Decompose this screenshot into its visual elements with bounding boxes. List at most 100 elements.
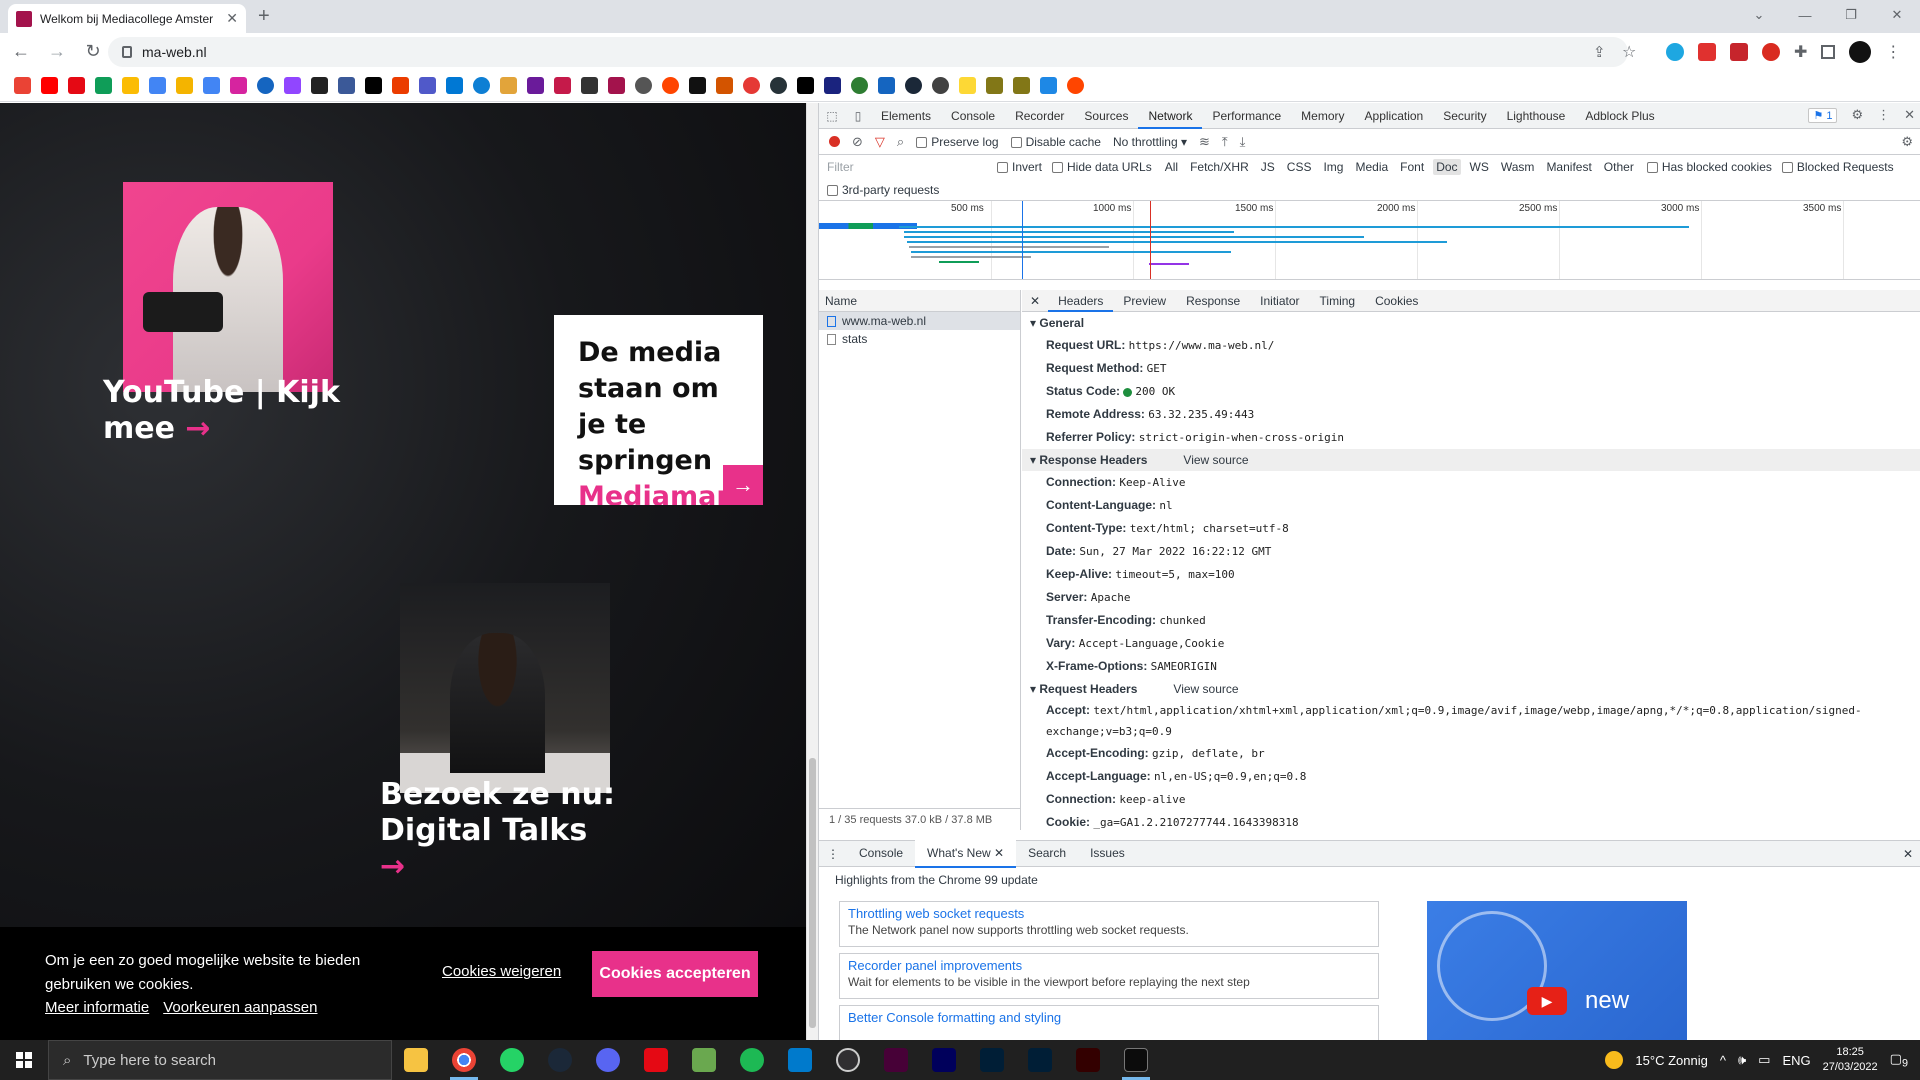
filter-type-wasm[interactable]: Wasm — [1498, 159, 1538, 175]
bookmark-youtube-icon[interactable] — [41, 77, 58, 94]
start-button[interactable] — [0, 1040, 48, 1080]
language-indicator[interactable]: ENG — [1782, 1053, 1810, 1068]
chevron-up-icon[interactable]: ^ — [1720, 1053, 1726, 1068]
bookmark-netflix-icon[interactable] — [68, 77, 85, 94]
name-column-header[interactable]: Name — [819, 290, 1020, 312]
view-source-link[interactable]: View source — [1183, 449, 1248, 471]
news-title[interactable]: Recorder panel improvements — [848, 958, 1370, 973]
preferences-link[interactable]: Voorkeuren aanpassen — [163, 999, 317, 1016]
scrollbar-thumb[interactable] — [809, 758, 816, 1028]
hd-extension-icon[interactable] — [1730, 43, 1748, 61]
bookmark-steam-icon[interactable] — [905, 77, 922, 94]
taskbar-search[interactable]: ⌕ Type here to search — [48, 1040, 392, 1080]
export-har-icon[interactable]: ⤓ — [1240, 134, 1246, 150]
bookmark-app-icon[interactable] — [716, 77, 733, 94]
tab-security[interactable]: Security — [1433, 103, 1496, 129]
filter-type-media[interactable]: Media — [1352, 159, 1391, 175]
accept-cookies-button[interactable]: Cookies accepteren — [592, 951, 758, 997]
filter-type-img[interactable]: Img — [1320, 159, 1346, 175]
taskbar-premiere[interactable] — [920, 1040, 968, 1080]
response-headers-section[interactable]: ▾ Response Headers View source — [1022, 449, 1920, 471]
filter-icon[interactable]: ▽ — [875, 134, 885, 150]
filter-type-other[interactable]: Other — [1601, 159, 1637, 175]
taskbar-xd[interactable] — [872, 1040, 920, 1080]
bookmark-app-icon[interactable] — [932, 77, 949, 94]
taskbar-obs[interactable] — [824, 1040, 872, 1080]
network-overview-timeline[interactable]: 500 ms 1000 ms 1500 ms 2000 ms 2500 ms 3000 m… — [819, 200, 1920, 280]
close-drawer-icon[interactable]: ✕ — [1903, 847, 1913, 861]
share-icon[interactable]: ⇪ — [1593, 43, 1606, 61]
bookmark-teams-icon[interactable] — [419, 77, 436, 94]
bookmark-tiktok-icon[interactable] — [365, 77, 382, 94]
extension-red-icon[interactable] — [1762, 43, 1780, 61]
side-panel-icon[interactable] — [1821, 45, 1836, 59]
taskbar-lightroom[interactable] — [1016, 1040, 1064, 1080]
menu-kebab-icon[interactable]: ⋮ — [1885, 42, 1901, 62]
bookmark-app-icon[interactable] — [743, 77, 760, 94]
filter-type-ws[interactable]: WS — [1467, 159, 1492, 175]
preserve-log-checkbox[interactable]: Preserve log — [916, 135, 999, 149]
bookmark-app-icon[interactable] — [635, 77, 652, 94]
drawer-tab-whatsnew[interactable]: What's New ✕ — [915, 839, 1017, 868]
taskbar-photoshop[interactable] — [968, 1040, 1016, 1080]
taskbar-discord[interactable] — [584, 1040, 632, 1080]
bookmark-app-icon[interactable] — [878, 77, 895, 94]
record-icon[interactable] — [829, 136, 840, 147]
inspect-element-icon[interactable]: ⬚ — [819, 109, 845, 123]
general-section-header[interactable]: ▾ General — [1022, 312, 1920, 334]
filter-type-doc[interactable]: Doc — [1433, 159, 1461, 175]
bookmark-app-icon[interactable] — [1013, 77, 1030, 94]
device-toolbar-icon[interactable]: ▯ — [845, 109, 871, 123]
details-tab-response[interactable]: Response — [1176, 290, 1250, 312]
address-bar[interactable]: ma-web.nl ⇪ ☆ — [108, 37, 1636, 67]
request-headers-section[interactable]: ▾ Request Headers View source — [1022, 678, 1920, 700]
bookmark-app-icon[interactable] — [851, 77, 868, 94]
bookmark-app-icon[interactable] — [446, 77, 463, 94]
youtube-card-image[interactable] — [123, 182, 333, 392]
taskbar-chrome[interactable] — [440, 1040, 488, 1080]
tab-lighthouse[interactable]: Lighthouse — [1497, 103, 1576, 129]
drawer-tab-console[interactable]: Console — [847, 840, 915, 868]
bookmark-app-icon[interactable] — [1040, 77, 1057, 94]
disable-cache-checkbox[interactable]: Disable cache — [1010, 135, 1101, 149]
tab-elements[interactable]: Elements — [871, 103, 941, 129]
bookmark-app-icon[interactable] — [311, 77, 328, 94]
bookmark-app-icon[interactable] — [689, 77, 706, 94]
play-icon[interactable]: ▶ — [1527, 987, 1567, 1015]
forward-icon[interactable]: → — [42, 41, 72, 62]
close-details-icon[interactable]: ✕ — [1022, 294, 1048, 308]
view-source-link[interactable]: View source — [1173, 678, 1238, 700]
bookmark-app-icon[interactable] — [527, 77, 544, 94]
tab-memory[interactable]: Memory — [1291, 103, 1354, 129]
bookmark-sheets-icon[interactable] — [95, 77, 112, 94]
news-item[interactable]: Recorder panel improvements Wait for elem… — [839, 953, 1379, 999]
details-tab-timing[interactable]: Timing — [1310, 290, 1366, 312]
bookmark-folder-icon[interactable] — [959, 77, 976, 94]
youtube-card-title[interactable]: YouTube | Kijk mee → — [103, 375, 363, 447]
new-tab-icon[interactable]: + — [258, 5, 270, 28]
filter-type-manifest[interactable]: Manifest — [1543, 159, 1594, 175]
page-scrollbar[interactable] — [806, 103, 818, 1040]
request-row[interactable]: www.ma-web.nl — [819, 312, 1020, 330]
clear-icon[interactable]: ⊘ — [852, 134, 863, 150]
taskbar-steam[interactable] — [536, 1040, 584, 1080]
bookmark-ws-icon[interactable] — [824, 77, 841, 94]
bookmark-app-icon[interactable] — [473, 77, 490, 94]
news-item[interactable]: Throttling web socket requests The Networ… — [839, 901, 1379, 947]
network-icon[interactable]: ▭ — [1758, 1052, 1770, 1068]
bookmark-app-icon[interactable] — [338, 77, 355, 94]
close-tab-icon[interactable]: ✕ — [226, 10, 238, 27]
taskbar-spotify[interactable] — [728, 1040, 776, 1080]
details-tab-preview[interactable]: Preview — [1113, 290, 1176, 312]
digital-talks-image[interactable] — [400, 583, 610, 793]
taskbar-minecraft[interactable] — [680, 1040, 728, 1080]
filter-type-font[interactable]: Font — [1397, 159, 1427, 175]
third-party-checkbox[interactable]: 3rd-party requests — [827, 181, 939, 199]
blocked-requests-checkbox[interactable]: Blocked Requests — [1781, 160, 1894, 174]
filter-type-css[interactable]: CSS — [1284, 159, 1315, 175]
taskbar-illustrator[interactable] — [1064, 1040, 1112, 1080]
filter-type-all[interactable]: All — [1162, 159, 1181, 175]
filter-type-fetchxhr[interactable]: Fetch/XHR — [1187, 159, 1252, 175]
filter-type-js[interactable]: JS — [1258, 159, 1278, 175]
extensions-puzzle-icon[interactable]: ✚ — [1794, 42, 1807, 62]
